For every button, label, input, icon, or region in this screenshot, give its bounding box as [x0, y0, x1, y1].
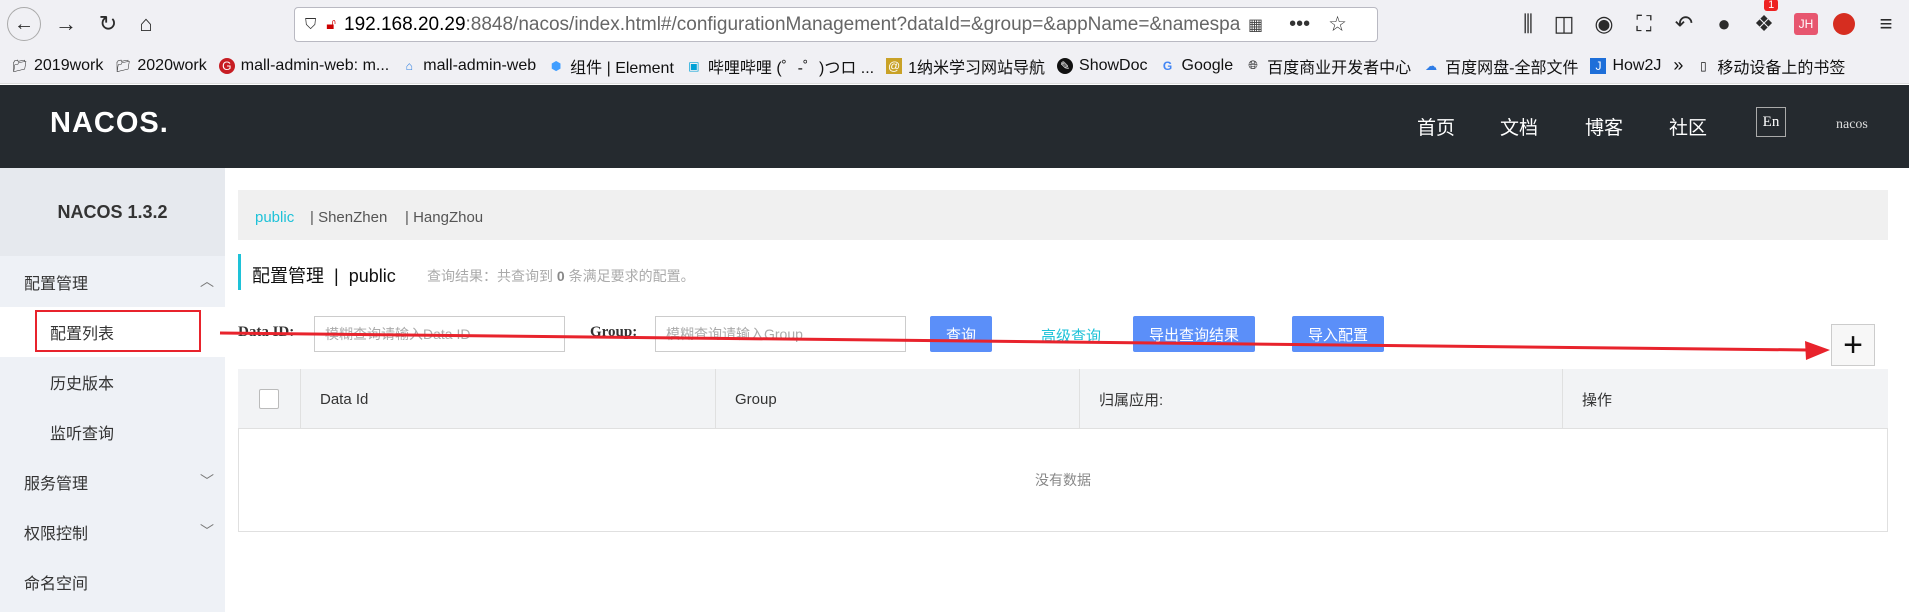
select-all-cell [238, 369, 301, 429]
column-header-actions[interactable]: 操作 [1563, 369, 1887, 429]
column-header-data-id[interactable]: Data Id [301, 369, 716, 429]
select-all-checkbox[interactable] [259, 389, 279, 409]
column-header-group[interactable]: Group [716, 369, 1080, 429]
empty-state-text: 没有数据 [1035, 472, 1091, 488]
column-header-app[interactable]: 归属应用: [1080, 369, 1563, 429]
